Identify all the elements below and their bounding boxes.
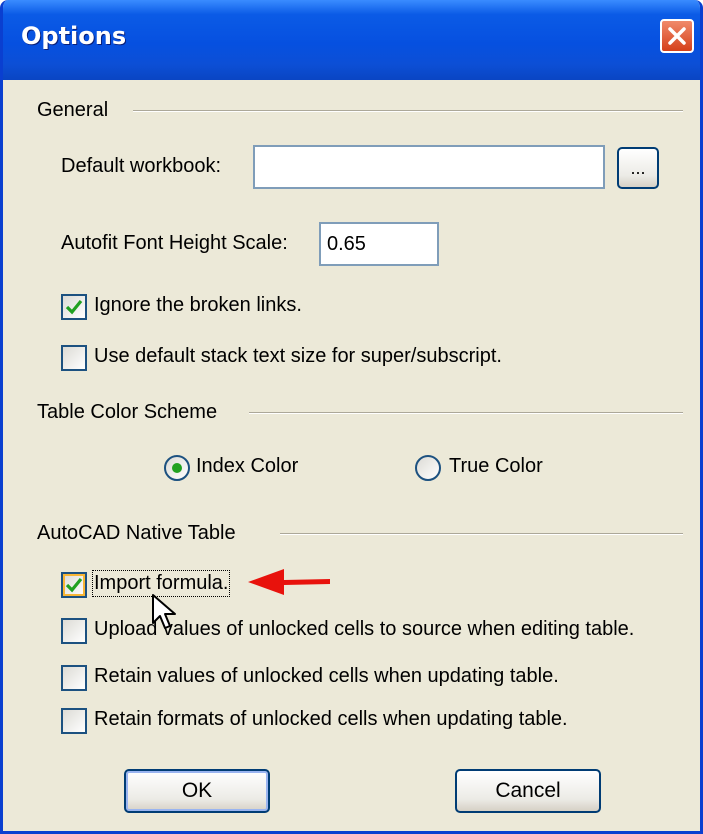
mouse-cursor-icon [152, 594, 176, 629]
red-arrow-icon [248, 569, 330, 595]
index-color-radio[interactable] [164, 455, 190, 481]
close-icon [668, 27, 686, 45]
retain-values-checkbox[interactable] [61, 665, 87, 691]
default-stack-text-label[interactable]: Use default stack text size for super/su… [94, 345, 502, 368]
options-dialog: Options General Default workbook: ... Au… [0, 0, 703, 834]
native-table-heading: AutoCAD Native Table [37, 522, 236, 544]
retain-values-label[interactable]: Retain values of unlocked cells when upd… [94, 665, 559, 688]
browse-button[interactable]: ... [617, 147, 659, 189]
autofit-font-height-label: Autofit Font Height Scale: [61, 232, 288, 254]
title-bar[interactable]: Options [3, 0, 700, 80]
default-workbook-label: Default workbook: [61, 155, 222, 177]
check-icon [65, 577, 83, 593]
ignore-broken-links-label[interactable]: Ignore the broken links. [94, 294, 302, 317]
dialog-body: General Default workbook: ... Autofit Fo… [3, 80, 700, 831]
import-formula-label[interactable]: Import formula. [91, 570, 231, 597]
radio-selected-dot [172, 463, 182, 473]
retain-formats-label[interactable]: Retain formats of unlocked cells when up… [94, 708, 568, 731]
check-icon [65, 299, 83, 315]
default-stack-text-checkbox[interactable] [61, 345, 87, 371]
index-color-label[interactable]: Index Color [196, 455, 298, 478]
window-title: Options [21, 22, 127, 50]
default-workbook-field[interactable] [253, 145, 605, 189]
import-formula-checkbox[interactable] [61, 572, 87, 598]
color-scheme-divider [249, 412, 683, 414]
cancel-button[interactable]: Cancel [455, 769, 601, 813]
ignore-broken-links-checkbox[interactable] [61, 294, 87, 320]
general-heading: General [37, 99, 109, 121]
true-color-radio[interactable] [415, 455, 441, 481]
retain-formats-checkbox[interactable] [61, 708, 87, 734]
color-scheme-heading: Table Color Scheme [37, 401, 218, 423]
close-button[interactable] [660, 19, 694, 53]
upload-values-checkbox[interactable] [61, 618, 87, 644]
native-table-divider [280, 533, 683, 535]
ok-button[interactable]: OK [124, 769, 270, 813]
general-divider [133, 110, 683, 112]
autofit-font-height-field[interactable] [319, 222, 439, 266]
true-color-label[interactable]: True Color [449, 455, 543, 478]
